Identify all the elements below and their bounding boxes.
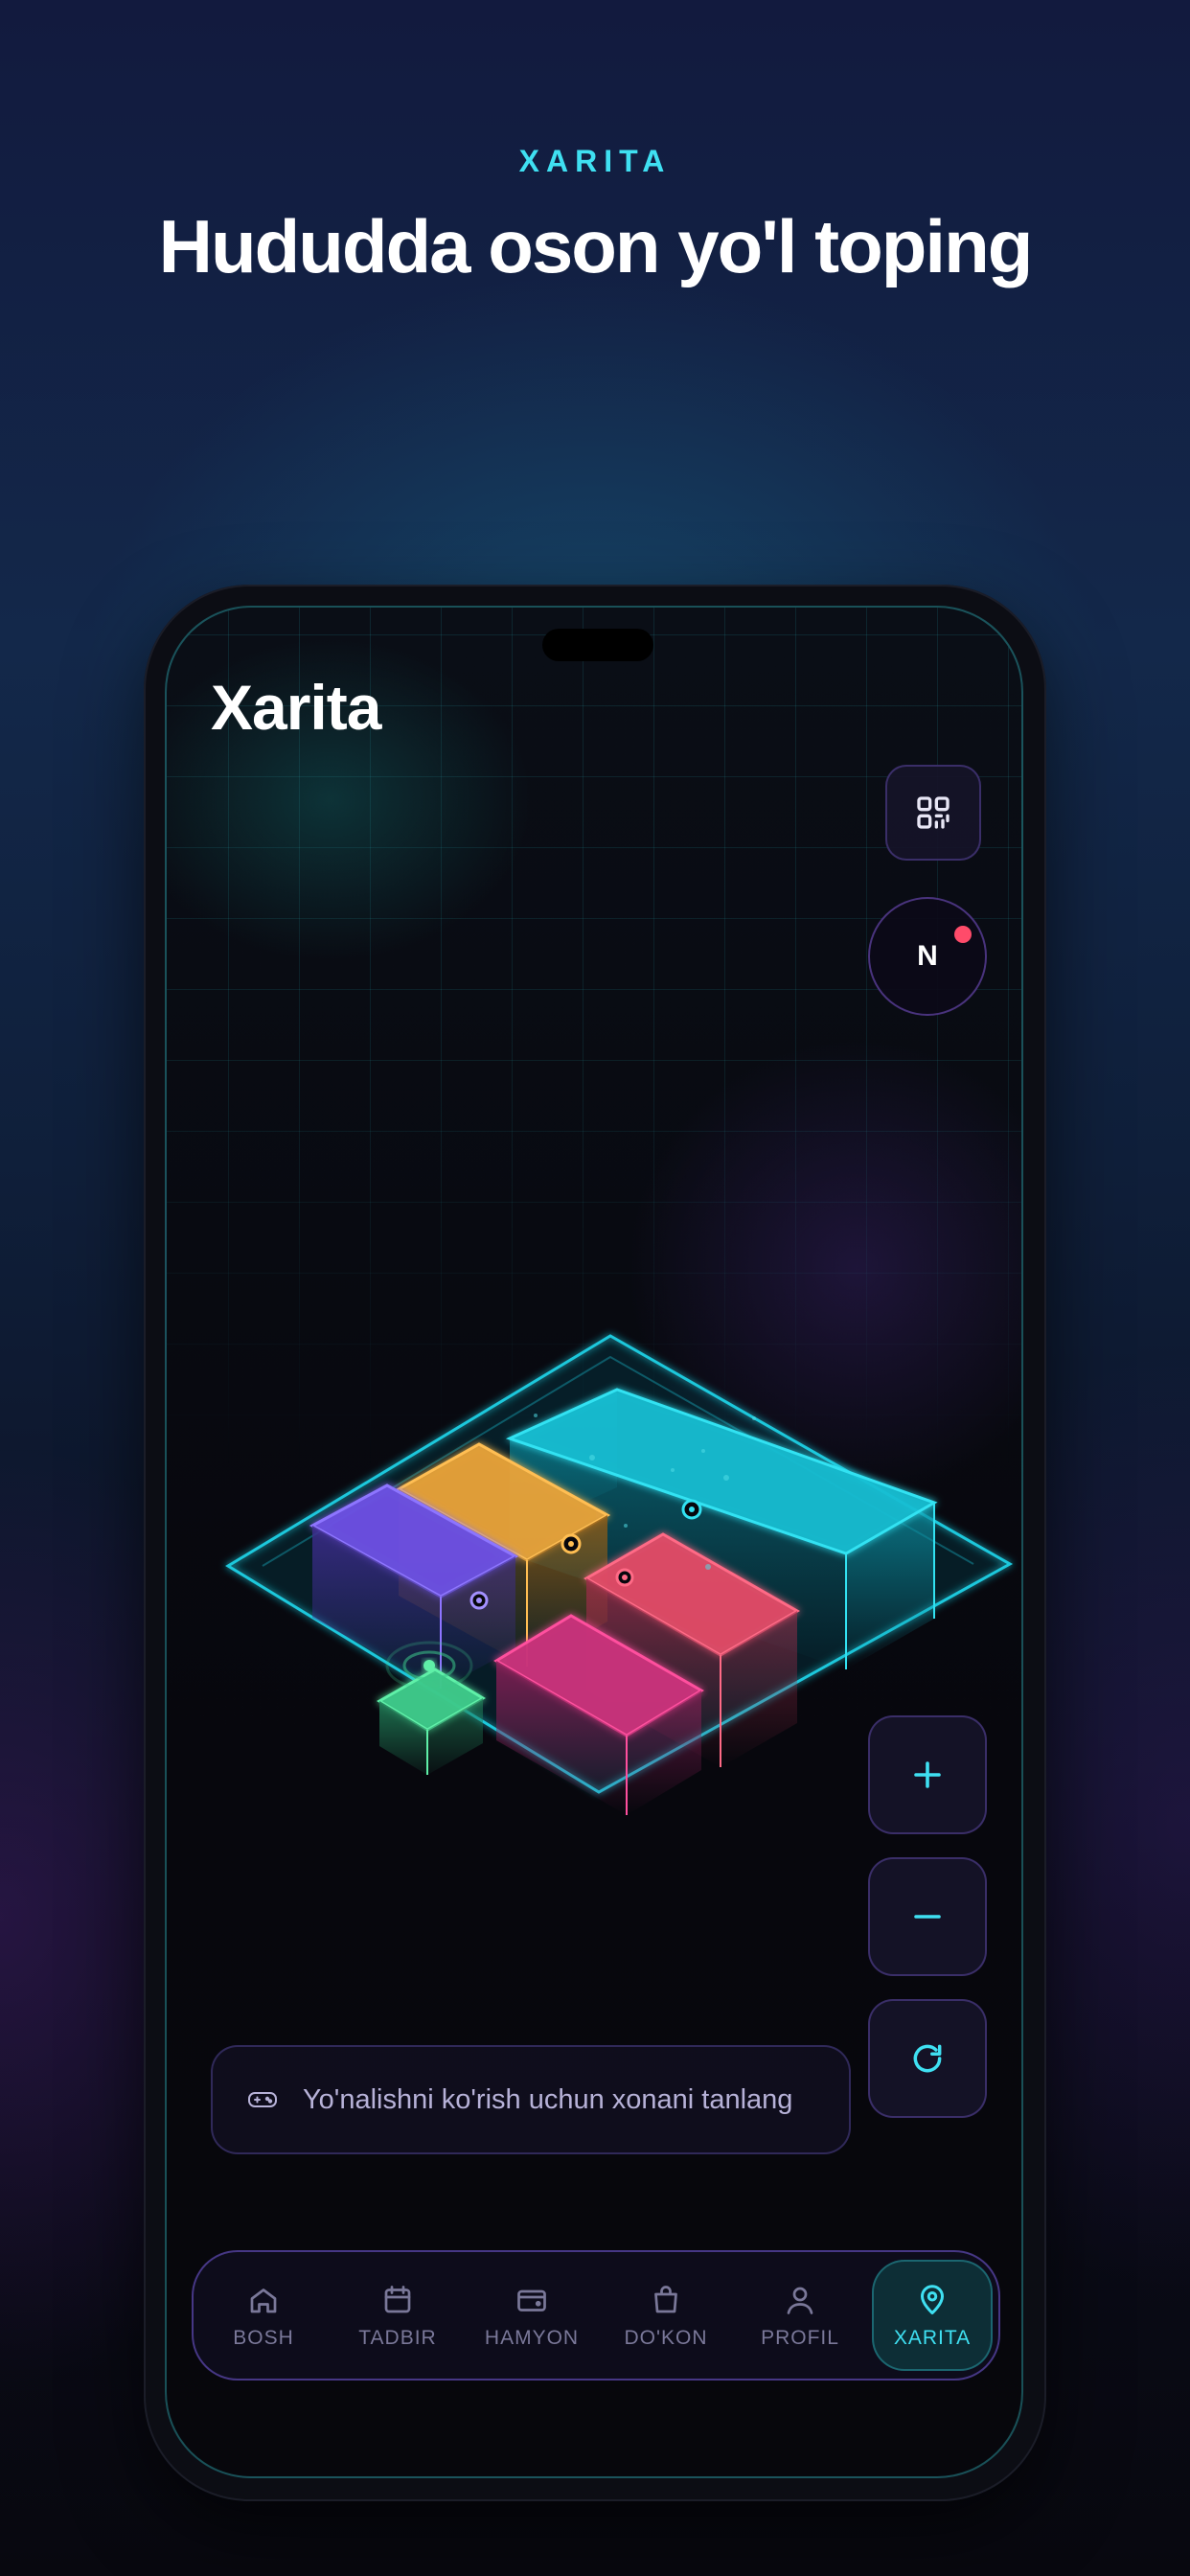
isometric-floor-map[interactable] [167,608,1023,2478]
tab-dokon[interactable]: DO'KON [606,2260,726,2371]
tab-hamyon[interactable]: HAMYON [471,2260,592,2371]
map-pin-icon [915,2281,950,2319]
room-select-hint: Yo'nalishni ko'rish uchun xonani tanlang [211,2045,851,2154]
map-screen: Xarita N Yo'nalishni ko'rish uchun xonan… [165,606,1023,2478]
shopping-bag-icon [649,2281,683,2319]
wallet-icon [515,2281,549,2319]
bottom-tab-bar: BOSH TADBIR HAMYON DO'KON PROFIL XARITA [192,2250,1000,2380]
tab-bosh[interactable]: BOSH [203,2260,324,2371]
tab-label-profil: PROFIL [761,2327,839,2349]
hint-text: Yo'nalishni ko'rish uchun xonani tanlang [303,2083,793,2115]
tab-xarita[interactable]: XARITA [872,2260,993,2371]
tab-label-dokon: DO'KON [624,2327,708,2349]
headline: Hududda oson yo'l toping [158,204,1034,288]
tab-label-tadbir: TADBIR [358,2327,437,2349]
user-icon [783,2281,817,2319]
minus-icon [914,1915,941,1919]
tab-profil[interactable]: PROFIL [740,2260,860,2371]
tab-label-hamyon: HAMYON [484,2327,580,2349]
home-icon [246,2281,281,2319]
map-marker-purple[interactable] [469,1591,489,1610]
map-marker-cyan[interactable] [681,1499,702,1520]
tab-label-xarita: XARITA [893,2327,972,2349]
map-marker-red[interactable] [615,1568,634,1587]
tab-label-bosh: BOSH [233,2327,294,2349]
plus-icon [914,1761,941,1788]
gamepad-icon [247,2090,278,2109]
phone-frame: Xarita N Yo'nalishni ko'rish uchun xonan… [144,585,1046,2501]
reset-view-button[interactable] [868,1999,987,2118]
tab-tadbir[interactable]: TADBIR [337,2260,458,2371]
map-marker-orange[interactable] [561,1533,582,1554]
refresh-icon [913,2044,942,2073]
eyebrow-label: XARITA [518,144,672,178]
zoom-in-button[interactable] [868,1715,987,1834]
calendar-icon [380,2281,415,2319]
zoom-out-button[interactable] [868,1857,987,1976]
